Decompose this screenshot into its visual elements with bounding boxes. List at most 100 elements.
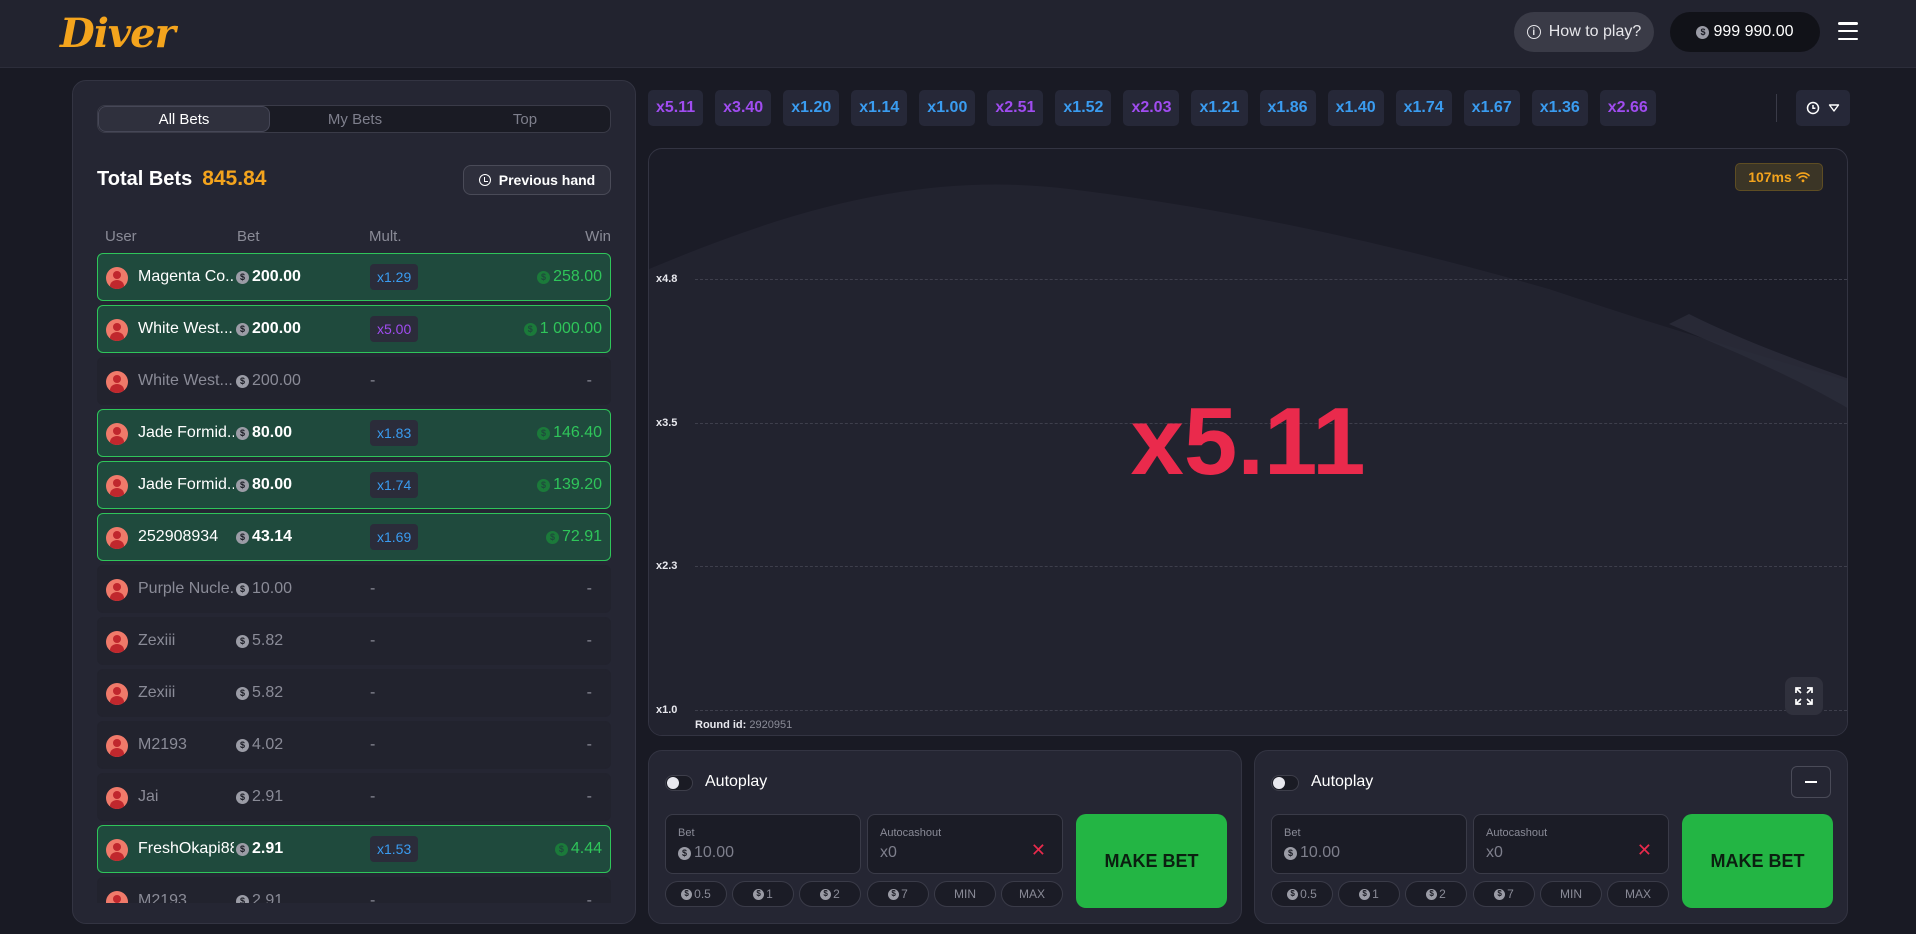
bet-row: Jai $2.91 - - xyxy=(97,773,611,821)
history-multiplier-chip[interactable]: x1.20 xyxy=(783,90,840,126)
bet-row-amount-value: 4.02 xyxy=(252,736,284,753)
history-multiplier-chip[interactable]: x1.36 xyxy=(1531,90,1588,126)
history-multiplier-chip[interactable]: x1.67 xyxy=(1463,90,1520,126)
avatar xyxy=(106,631,128,653)
tab-all-bets[interactable]: All Bets xyxy=(98,106,270,132)
quick-bet-button[interactable]: $2 xyxy=(1405,881,1467,907)
coin-icon: $ xyxy=(1287,888,1299,900)
history-multiplier-chip[interactable]: x1.00 xyxy=(919,90,976,126)
avatar xyxy=(106,891,128,903)
bet-row-mult: x1.29 xyxy=(370,264,419,290)
round-id-label: Round id: xyxy=(695,719,747,731)
quick-bet-button[interactable]: $7 xyxy=(867,881,929,907)
bet-amount-field[interactable]: Bet $10.00 xyxy=(665,814,861,874)
quick-bet-button[interactable]: $2 xyxy=(799,881,861,907)
coin-icon: $ xyxy=(1359,888,1371,900)
bet-field-value-wrap: $10.00 xyxy=(1284,844,1340,862)
previous-hand-label: Previous hand xyxy=(498,172,596,188)
bet-row-win: $146.40 xyxy=(537,424,602,442)
max-bet-button[interactable]: MAX xyxy=(1607,881,1669,907)
bet-row-mult: - xyxy=(370,632,376,649)
bet-row-amount-value: 5.82 xyxy=(252,632,284,649)
bet-row-user: Zexiii xyxy=(138,632,176,649)
history-multiplier-chip[interactable]: x2.03 xyxy=(1123,90,1180,126)
bet-row-amount: $200.00 xyxy=(236,320,301,338)
how-to-play-button[interactable]: i How to play? xyxy=(1514,12,1654,52)
quick-bet-button[interactable]: $0.5 xyxy=(665,881,727,907)
coin-icon: $ xyxy=(1426,888,1438,900)
quick-bet-label: 1 xyxy=(766,887,773,901)
autoplay-toggle[interactable] xyxy=(665,775,693,791)
quick-bet-button[interactable]: $0.5 xyxy=(1271,881,1333,907)
history-multiplier-chip[interactable]: x1.52 xyxy=(1055,90,1112,126)
avatar xyxy=(106,371,128,393)
bet-row-amount: $5.82 xyxy=(236,632,283,650)
coin-icon: $ xyxy=(537,478,551,492)
bet-field-value: 10.00 xyxy=(694,844,735,861)
bet-row-win: $72.91 xyxy=(545,528,602,546)
remove-panel-button[interactable] xyxy=(1791,766,1831,798)
history-multiplier-chip[interactable]: x1.74 xyxy=(1395,90,1452,126)
avatar xyxy=(106,735,128,757)
quick-bet-button[interactable]: $1 xyxy=(732,881,794,907)
clear-icon[interactable]: ✕ xyxy=(1637,841,1652,859)
quick-bet-label: 0.5 xyxy=(694,887,711,901)
bet-row-user: FreshOkapi88 xyxy=(138,840,234,857)
bet-row-win: - xyxy=(586,372,592,389)
bet-row-user: M2193 xyxy=(138,736,187,753)
tab-top[interactable]: Top xyxy=(440,106,610,132)
bet-row: Zexiii $5.82 - - xyxy=(97,669,611,717)
quick-bet-button[interactable]: $7 xyxy=(1473,881,1535,907)
bets-list[interactable]: Magenta Co... $200.00 x1.29 $258.00 White We… xyxy=(97,253,611,903)
history-multiplier-chip[interactable]: x1.14 xyxy=(851,90,908,126)
autoplay-toggle[interactable] xyxy=(1271,775,1299,791)
quick-bet-button[interactable]: $1 xyxy=(1338,881,1400,907)
clear-icon[interactable]: ✕ xyxy=(1031,841,1046,859)
tab-my-bets[interactable]: My Bets xyxy=(270,106,440,132)
history-multiplier-chip[interactable]: x1.40 xyxy=(1327,90,1384,126)
bet-field-value: 10.00 xyxy=(1300,844,1341,861)
max-bet-button[interactable]: MAX xyxy=(1001,881,1063,907)
bet-row-mult: x5.00 xyxy=(370,316,419,342)
bet-row-user: M2193 xyxy=(138,892,187,903)
min-bet-button[interactable]: MIN xyxy=(934,881,996,907)
make-bet-button[interactable]: MAKE BET xyxy=(1682,814,1833,908)
bet-row-mult: x1.83 xyxy=(370,420,419,446)
bet-row-user: Zexiii xyxy=(138,684,176,701)
bet-row: M2193 $2.91 - - xyxy=(97,877,611,903)
min-bet-button[interactable]: MIN xyxy=(1540,881,1602,907)
bets-panel: All Bets My Bets Top Total Bets 845.84 P… xyxy=(72,80,636,924)
bet-panel-1: Autoplay Bet $10.00 Autocashout x0 ✕ $0.… xyxy=(648,750,1242,924)
history-multiplier-chip[interactable]: x2.66 xyxy=(1599,90,1656,126)
bet-row-user: Magenta Co... xyxy=(138,268,234,285)
autocashout-field[interactable]: Autocashout x0 ✕ xyxy=(1473,814,1669,874)
hamburger-menu-icon[interactable] xyxy=(1838,22,1858,40)
history-multiplier-chip[interactable]: x1.86 xyxy=(1259,90,1316,126)
diver-logo[interactable]: Diver xyxy=(60,14,176,54)
bet-amount-field[interactable]: Bet $10.00 xyxy=(1271,814,1467,874)
bet-row-win: $4.44 xyxy=(554,840,602,858)
bet-row-amount-value: 200.00 xyxy=(252,372,301,389)
coin-icon: $ xyxy=(236,738,249,752)
quick-bet-label: 2 xyxy=(833,887,840,901)
bet-row: 252908934 $43.14 x1.69 $72.91 xyxy=(97,513,611,561)
bet-row-mult: - xyxy=(370,736,376,753)
coin-icon: $ xyxy=(537,426,551,440)
coin-icon: $ xyxy=(236,842,249,856)
bet-row-mult: x1.53 xyxy=(370,836,419,862)
coin-icon: $ xyxy=(236,790,249,804)
history-multiplier-chip[interactable]: x5.11 xyxy=(648,90,704,126)
previous-hand-button[interactable]: Previous hand xyxy=(463,165,611,195)
make-bet-button[interactable]: MAKE BET xyxy=(1076,814,1227,908)
history-multiplier-chip[interactable]: x1.21 xyxy=(1191,90,1248,126)
fullscreen-button[interactable] xyxy=(1785,677,1823,715)
autocashout-field[interactable]: Autocashout x0 ✕ xyxy=(867,814,1063,874)
history-multiplier-chip[interactable]: x3.40 xyxy=(715,90,772,126)
history-multiplier-chip[interactable]: x2.51 xyxy=(987,90,1044,126)
avatar xyxy=(106,475,128,497)
bet-row: Magenta Co... $200.00 x1.29 $258.00 xyxy=(97,253,611,301)
bet-row-win-value: 1 000.00 xyxy=(539,320,602,337)
history-toggle-button[interactable] xyxy=(1796,90,1850,126)
bet-row-win: - xyxy=(586,736,592,753)
avatar xyxy=(106,839,128,861)
